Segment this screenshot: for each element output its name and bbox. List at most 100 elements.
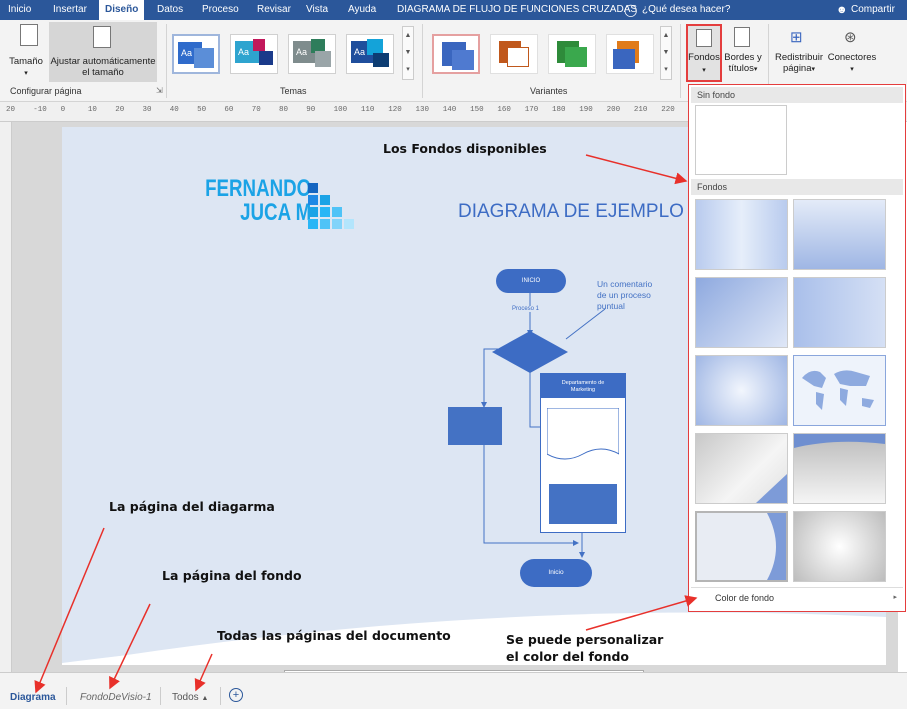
group-label-variants: Variantes xyxy=(530,86,568,96)
swimlane-header-1: Departamento de xyxy=(561,380,605,386)
share-button[interactable]: Compartir xyxy=(851,0,895,20)
backgrounds-dropdown: Sin fondo Fondos Color de fondo ▸ xyxy=(688,84,906,612)
relayout-icon: ⊞ xyxy=(790,29,803,46)
ruler-tick-label: 150 xyxy=(470,106,484,114)
swimlane-marketing[interactable]: Departamento de Marketing xyxy=(540,373,626,533)
ruler-tick-label: 60 xyxy=(224,106,234,114)
tab-ayuda[interactable]: Ayuda xyxy=(348,0,376,20)
ruler-tick-label: 70 xyxy=(251,106,261,114)
group-label-themes: Temas xyxy=(280,86,307,96)
ruler-tick-label: 160 xyxy=(497,106,511,114)
themes-gallery-scroll[interactable]: ▲ ▼ ▾ xyxy=(402,26,414,80)
tab-datos[interactable]: Datos xyxy=(157,0,183,20)
background-option-4[interactable] xyxy=(793,277,886,348)
decision-diamond[interactable] xyxy=(492,331,568,373)
tab-vista[interactable]: Vista xyxy=(306,0,328,20)
relayout-page-button[interactable]: ⊞ Redistribuir página▾ xyxy=(772,24,824,82)
background-none[interactable] xyxy=(695,105,787,175)
annotation-pagina-diagrama: La página del diagarma xyxy=(109,499,275,514)
page-tab-diagrama[interactable]: Diagrama xyxy=(10,692,56,703)
theme-1-label: Aa xyxy=(181,48,193,58)
autofit-icon xyxy=(93,26,111,48)
borders-label-2: títulos xyxy=(728,63,754,74)
background-option-9[interactable] xyxy=(695,511,788,582)
dialog-launcher-icon[interactable]: ⇲ xyxy=(156,86,163,95)
backgrounds-button[interactable]: Fondos ▾ xyxy=(686,24,722,82)
annotation-personalizar-1: Se puede personalizar xyxy=(506,632,664,647)
borders-label-1: Bordes y xyxy=(724,52,762,63)
ruler-tick-label: 210 xyxy=(633,106,648,114)
size-label: Tamaño xyxy=(9,56,43,67)
background-option-7[interactable] xyxy=(695,433,788,504)
document-shape[interactable] xyxy=(547,408,619,464)
swimlane-header-2: Marketing xyxy=(570,387,596,393)
size-button[interactable]: Tamaño ▾ xyxy=(2,56,50,84)
search-tell-me[interactable]: ¿Qué desea hacer? xyxy=(642,0,730,20)
autofit-label-1: Ajustar automáticamente xyxy=(50,56,156,67)
submenu-arrow-icon: ▸ xyxy=(893,594,897,601)
background-option-10[interactable] xyxy=(793,511,886,582)
ruler-tick-label: 20 xyxy=(6,106,16,114)
connectors-label: Conectores xyxy=(827,52,877,63)
swimlane-header: Departamento de Marketing xyxy=(541,374,625,398)
page-tab-todos[interactable]: Todos ▲ xyxy=(172,692,208,703)
theme-2[interactable]: Aa xyxy=(230,34,278,74)
add-page-button[interactable]: + xyxy=(229,688,243,702)
background-option-3[interactable] xyxy=(695,277,788,348)
lightbulb-icon: ◯ xyxy=(624,3,638,17)
ruler-tick-label: 180 xyxy=(552,106,566,114)
relayout-label-1: Redistribuir xyxy=(774,52,824,63)
ruler-tick-label: 170 xyxy=(524,106,539,114)
start-terminator[interactable]: INICIO xyxy=(496,269,566,293)
theme-2-label: Aa xyxy=(238,47,250,57)
theme-1[interactable]: Aa xyxy=(172,34,220,74)
tab-insertar[interactable]: Insertar xyxy=(53,0,87,20)
variant-2[interactable] xyxy=(490,34,538,74)
background-option-world[interactable] xyxy=(793,355,886,426)
tab-revisar[interactable]: Revisar xyxy=(257,0,291,20)
theme-3-label: Aa xyxy=(296,47,308,57)
annotation-personalizar: Se puede personalizar el color del fondo xyxy=(506,631,663,665)
connector-label: Proceso 1 xyxy=(512,306,540,312)
background-color-menu[interactable]: Color de fondo ▸ xyxy=(691,587,903,607)
theme-3[interactable]: Aa xyxy=(288,34,336,74)
backgrounds-header: Fondos xyxy=(691,179,903,195)
variant-3[interactable] xyxy=(548,34,596,74)
ruler-tick-label: 100 xyxy=(333,106,348,114)
comment-line-3: puntual xyxy=(597,301,625,311)
comment-line-1: Un comentario xyxy=(597,279,653,289)
page-tab-todos-label: Todos xyxy=(172,692,199,703)
process-box-lane[interactable] xyxy=(549,484,617,524)
page-tab-bar: Diagrama FondoDeVisio-1 Todos ▲ + xyxy=(0,672,907,709)
variant-4[interactable] xyxy=(606,34,654,74)
ruler-tick-label: 130 xyxy=(415,106,430,114)
autofit-button[interactable]: Ajustar automáticamente el tamaño xyxy=(49,22,157,82)
caret-up-icon: ▲ xyxy=(201,695,209,702)
background-option-5[interactable] xyxy=(695,355,788,426)
group-label-page-setup: Configurar página xyxy=(10,86,82,96)
end-terminator[interactable]: Inicio xyxy=(520,559,592,587)
connectors-button[interactable]: ⊛ Conectores ▾ xyxy=(826,24,878,82)
tab-diseno[interactable]: Diseño xyxy=(99,0,145,20)
ruler-tick-label: 20 xyxy=(115,106,125,114)
annotation-fondos-disponibles: Los Fondos disponibles xyxy=(383,141,547,156)
tab-inicio[interactable]: Inicio xyxy=(8,0,31,20)
variants-gallery-scroll[interactable]: ▲ ▼ ▾ xyxy=(660,26,672,80)
theme-4[interactable]: Aa xyxy=(346,34,394,74)
background-option-2[interactable] xyxy=(793,199,886,270)
ruler-tick-label: 190 xyxy=(579,106,593,114)
tab-proceso[interactable]: Proceso xyxy=(202,0,239,20)
theme-4-label: Aa xyxy=(354,47,366,57)
process-box-left[interactable] xyxy=(448,407,502,445)
tab-contextual[interactable]: DIAGRAMA DE FLUJO DE FUNCIONES CRUZADAS xyxy=(397,0,637,20)
vertical-ruler xyxy=(0,122,12,672)
ruler-tick-label: 140 xyxy=(442,106,457,114)
page-tab-fondo[interactable]: FondoDeVisio-1 xyxy=(80,692,152,703)
annotation-pagina-fondo: La página del fondo xyxy=(162,568,302,583)
background-option-8[interactable] xyxy=(793,433,886,504)
ruler-tick-label: -10 xyxy=(33,106,47,114)
world-map-icon xyxy=(802,370,874,410)
borders-titles-button[interactable]: Bordes y títulos▾ xyxy=(722,24,762,82)
variant-1[interactable] xyxy=(432,34,480,74)
background-option-1[interactable] xyxy=(695,199,788,270)
